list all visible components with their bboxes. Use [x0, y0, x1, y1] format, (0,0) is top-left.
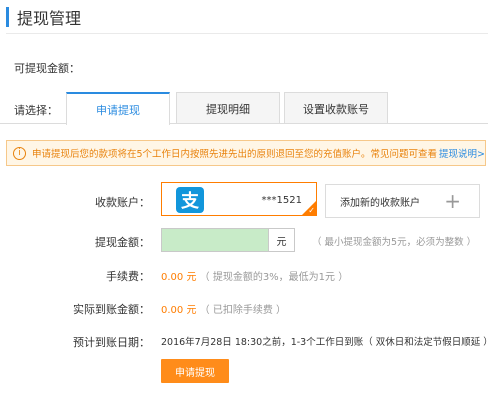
- account-number: ***1521: [261, 195, 302, 206]
- amount-label: 提现金额：: [95, 236, 150, 249]
- tab-bar: 请选择： 申请提现 提现明细 设置收款账号: [0, 92, 488, 125]
- tab-select-label: 请选择：: [14, 104, 58, 117]
- fee-note: （ 提现金额的3%，最低为1元 ）: [199, 272, 349, 283]
- add-account-label: 添加新的收款账户: [340, 197, 420, 209]
- page-header: 提现管理: [6, 6, 81, 28]
- actual-amount-note: （ 已扣除手续费 ）: [199, 305, 286, 316]
- alipay-account-card[interactable]: 支 ***1521 ✓: [161, 182, 317, 216]
- fee-label: 手续费：: [106, 270, 150, 283]
- fee-value: 0.00 元: [161, 272, 197, 283]
- actual-amount-label: 实际到账金额：: [73, 303, 150, 316]
- actual-amount-value: 0.00 元: [161, 305, 197, 316]
- notice-text: 申请提现后您的款项将在5个工作日内按照先进先出的原则退回至您的充值账户。常见问题…: [32, 149, 438, 160]
- arrival-date-value: 2016年7月28日 18:30之前，1-3个工作日到账（ 双休日和法定节假日顺…: [161, 337, 488, 348]
- arrival-date-label: 预计到账日期：: [73, 336, 150, 349]
- plus-icon: +: [444, 189, 461, 213]
- tab-set-account[interactable]: 设置收款账号: [284, 92, 388, 124]
- page-title: 提现管理: [17, 9, 82, 28]
- title-accent-bar: [6, 7, 9, 27]
- add-account-button[interactable]: 添加新的收款账户 +: [325, 184, 480, 218]
- notice-banner: i 申请提现后您的款项将在5个工作日内按照先进先出的原则退回至您的充值账户。常见…: [6, 140, 486, 166]
- submit-withdraw-button[interactable]: 申请提现: [161, 359, 229, 383]
- actual-amount-line: 0.00 元 （ 已扣除手续费 ）: [161, 301, 286, 316]
- fee-line: 0.00 元 （ 提现金额的3%，最低为1元 ）: [161, 268, 348, 283]
- withdraw-help-link[interactable]: 提现说明>>: [439, 146, 485, 160]
- account-label: 收款账户：: [95, 196, 150, 209]
- available-balance-label: 可提现金额：: [14, 62, 80, 75]
- header-divider: [6, 33, 488, 34]
- info-icon: i: [13, 146, 26, 160]
- check-icon: ✓: [308, 206, 315, 215]
- tab-withdraw-details[interactable]: 提现明细: [176, 92, 280, 124]
- amount-unit: 元: [269, 228, 295, 252]
- alipay-icon: 支: [176, 187, 204, 213]
- amount-input[interactable]: [161, 228, 269, 252]
- amount-hint: （ 最小提现金额为5元，必须为整数 ）: [312, 237, 477, 248]
- tab-apply-withdraw[interactable]: 申请提现: [66, 92, 170, 125]
